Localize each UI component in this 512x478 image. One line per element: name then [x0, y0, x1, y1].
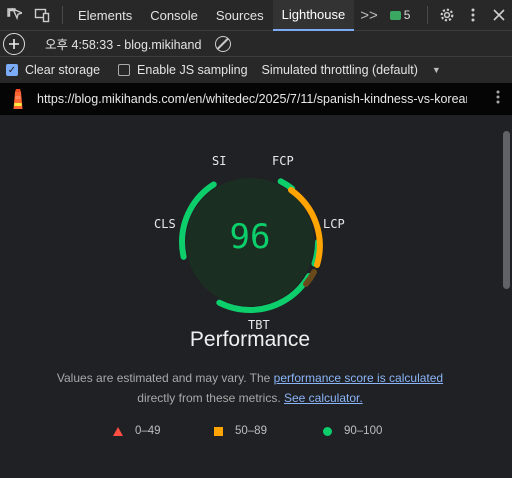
average-square-icon	[214, 426, 223, 436]
js-sampling-label: Enable JS sampling	[137, 63, 248, 77]
customize-menu-icon[interactable]	[460, 0, 486, 31]
issues-counter[interactable]: 5	[384, 0, 417, 31]
legend-average-label: 50–89	[235, 425, 267, 437]
description-text-middle: directly from these metrics.	[137, 391, 284, 405]
metric-label-fcp: FCP	[272, 154, 294, 168]
tabbar-divider	[62, 6, 63, 24]
report-url-bar: https://blog.mikihands.com/en/whitedec/2…	[0, 83, 512, 115]
throttling-label: Simulated throttling (default)	[261, 63, 418, 77]
legend-pass: 90–100	[323, 425, 382, 437]
report-selector-label: 오후 4:58:33 - blog.mikihands	[45, 38, 201, 52]
scrollbar-thumb[interactable]	[503, 131, 510, 289]
fail-triangle-icon	[113, 426, 123, 436]
report-menu-icon[interactable]	[496, 90, 500, 108]
report-content: 96 SI FCP LCP TBT CLS Performance Values…	[0, 115, 500, 478]
score-scale-legend: 0–49 50–89 90–100	[0, 425, 500, 441]
tab-console[interactable]: Console	[141, 0, 207, 31]
category-title: Performance	[189, 328, 311, 351]
report-url: https://blog.mikihands.com/en/whitedec/2…	[37, 92, 467, 106]
clear-storage-checkbox[interactable]: ✓	[6, 64, 18, 76]
report-selector[interactable]: 오후 4:58:33 - blog.mikihands ▼	[45, 34, 201, 53]
chevron-down-icon: ▼	[431, 65, 441, 75]
legend-average: 50–89	[214, 425, 267, 437]
metric-label-lcp: LCP	[323, 217, 345, 231]
js-sampling-checkbox[interactable]	[118, 64, 131, 76]
legend-fail: 0–49	[113, 425, 161, 437]
metric-label-si: SI	[212, 154, 227, 168]
see-calculator-link[interactable]: See calculator.	[284, 391, 363, 405]
report-scrollbar[interactable]	[500, 115, 512, 478]
issues-icon	[389, 10, 401, 20]
lighthouse-toolbar: 오후 4:58:33 - blog.mikihands ▼	[0, 31, 512, 57]
plus-icon	[9, 38, 19, 49]
clear-storage-label: Clear storage	[25, 63, 101, 77]
devtools-tabbar: Elements Console Sources Lighthouse >> 5	[0, 0, 512, 31]
close-icon[interactable]	[486, 0, 512, 31]
score-description: Values are estimated and may vary. The p…	[0, 368, 500, 408]
performance-gauge[interactable]: 96 SI FCP LCP TBT CLS	[154, 154, 345, 332]
pass-circle-icon	[323, 426, 332, 436]
tab-sources[interactable]: Sources	[207, 0, 273, 31]
legend-pass-label: 90–100	[344, 425, 383, 437]
more-tabs-button[interactable]: >>	[354, 0, 384, 31]
device-toolbar-icon[interactable]	[28, 0, 56, 31]
tab-elements[interactable]: Elements	[69, 0, 141, 31]
clear-all-icon[interactable]	[215, 35, 231, 52]
throttling-dropdown[interactable]: Simulated throttling (default) ▼	[262, 63, 441, 77]
score-calculation-link[interactable]: performance score is calculated	[274, 371, 443, 385]
settings-gear-icon[interactable]	[434, 0, 460, 31]
tabbar-divider-right	[427, 6, 428, 24]
performance-score: 96	[229, 217, 271, 257]
lighthouse-logo-icon	[9, 88, 27, 110]
issues-count: 5	[403, 8, 411, 22]
lighthouse-options-bar: ✓ Clear storage Enable JS sampling Simul…	[0, 57, 512, 83]
description-text-prefix: Values are estimated and may vary. The	[56, 371, 274, 385]
tab-lighthouse[interactable]: Lighthouse	[272, 0, 355, 31]
new-report-button[interactable]	[3, 32, 25, 55]
legend-fail-label: 0–49	[135, 425, 161, 437]
metric-label-cls: CLS	[154, 217, 176, 231]
inspect-element-icon[interactable]	[0, 0, 28, 31]
